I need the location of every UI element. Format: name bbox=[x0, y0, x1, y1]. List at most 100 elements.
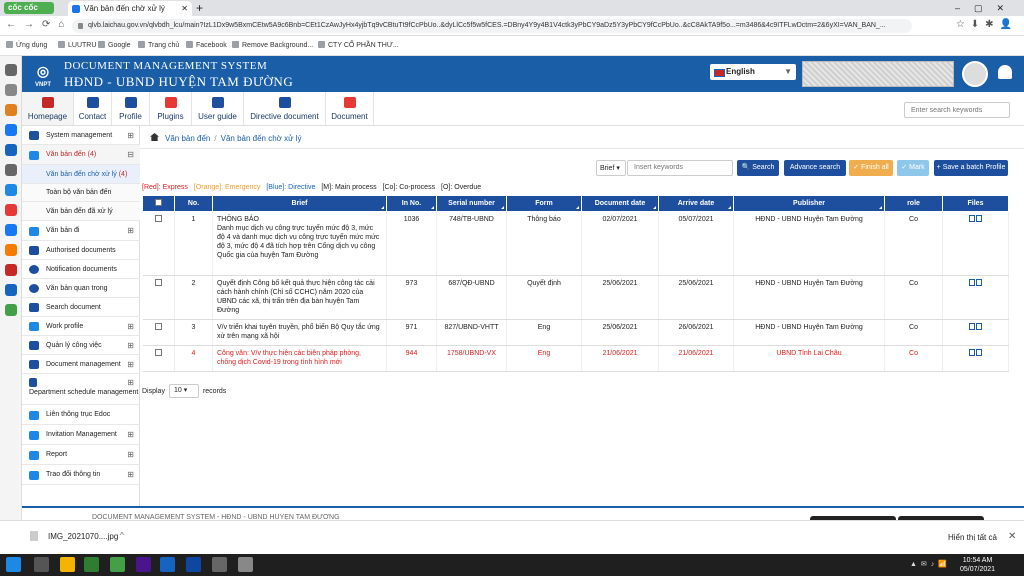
translate-icon[interactable] bbox=[4, 144, 17, 156]
sidebar-item-tasks[interactable]: Quản lý công việc ⊞ bbox=[22, 336, 140, 355]
app-icon[interactable] bbox=[4, 244, 17, 256]
sidebar-item-all-incoming[interactable]: Toàn bộ văn bản đến bbox=[22, 184, 140, 202]
cell-files[interactable] bbox=[942, 319, 1009, 346]
toolbar-contact[interactable]: Contact bbox=[74, 92, 112, 125]
bookmark-item[interactable]: CTY CỔ PHẦN THƯ... bbox=[318, 41, 399, 49]
cell-files[interactable] bbox=[942, 275, 1009, 320]
zalo-icon[interactable] bbox=[4, 184, 17, 196]
cell-brief[interactable]: V/v triển khai tuyên truyền, phổ biến Bộ… bbox=[212, 319, 387, 346]
add-icon[interactable] bbox=[4, 164, 17, 176]
bookmark-item[interactable]: Facebook bbox=[186, 41, 227, 49]
save-batch-profile-button[interactable]: + Save a batch Profile bbox=[934, 160, 1008, 176]
chevron-up-icon[interactable]: ^ bbox=[120, 531, 124, 540]
cell-brief[interactable]: THÔNG BÁO Danh mục dịch vụ công trực tuy… bbox=[212, 211, 387, 276]
column-header[interactable]: Publisher bbox=[733, 195, 885, 212]
settings-icon[interactable] bbox=[4, 64, 17, 76]
sidebar-item-doc-management[interactable]: Document management ⊞ bbox=[22, 355, 140, 374]
crown-icon[interactable] bbox=[4, 104, 17, 116]
bell-icon[interactable] bbox=[998, 65, 1012, 79]
illustrator-icon[interactable] bbox=[84, 557, 99, 572]
row-checkbox[interactable] bbox=[154, 349, 162, 356]
table-row[interactable]: 4 Công văn: V/v thực hiện các biện pháp … bbox=[142, 345, 1009, 372]
news-icon[interactable] bbox=[4, 284, 17, 296]
table-row[interactable]: 3 V/v triển khai tuyên truyền, phổ biến … bbox=[142, 319, 1009, 346]
browser-logo[interactable]: cốc cốc bbox=[4, 2, 54, 14]
sidebar-item-outgoing[interactable]: Văn bản đi ⊞ bbox=[22, 221, 140, 241]
mark-button[interactable]: ✓ Mark bbox=[897, 160, 929, 176]
cell-files[interactable] bbox=[942, 345, 1009, 372]
row-checkbox[interactable] bbox=[154, 279, 162, 286]
system-tray[interactable]: ▲✉♪📶 bbox=[910, 560, 951, 568]
download-item[interactable]: IMG_2021070....jpg bbox=[30, 531, 118, 541]
sidebar-item-report[interactable]: Report ⊞ bbox=[22, 445, 140, 465]
history-icon[interactable] bbox=[4, 84, 17, 96]
column-header[interactable]: Form bbox=[506, 195, 582, 212]
extension-icons[interactable]: ☆⬇✱👤 bbox=[956, 19, 1018, 30]
app-icon[interactable] bbox=[4, 304, 17, 316]
sidebar-item-authorised[interactable]: Authorised documents bbox=[22, 241, 140, 260]
toolbar-homepage[interactable]: Homepage bbox=[22, 92, 74, 125]
clock[interactable]: 10:54 AM 05/07/2021 bbox=[960, 556, 995, 574]
breadcrumb-item[interactable]: Văn bản đến chờ xử lý bbox=[221, 134, 302, 143]
column-header[interactable]: In No. bbox=[386, 195, 437, 212]
url-field[interactable]: qlvb.laichau.gov.vn/qlvbdh_lcu/main?IzL1… bbox=[72, 19, 912, 33]
user-info[interactable] bbox=[802, 61, 954, 87]
toolbar-document[interactable]: Document bbox=[326, 92, 374, 125]
column-header[interactable]: Arrive date bbox=[658, 195, 734, 212]
nav-buttons[interactable]: ←→⟳⌂ bbox=[6, 19, 72, 30]
youtube-icon[interactable] bbox=[4, 204, 17, 216]
photoshop-icon[interactable] bbox=[186, 557, 201, 572]
cell-files[interactable] bbox=[942, 211, 1009, 276]
column-header[interactable]: Serial number bbox=[436, 195, 507, 212]
close-tab-icon[interactable]: ✕ bbox=[181, 1, 188, 16]
keyword-input[interactable] bbox=[627, 160, 733, 176]
file-explorer-icon[interactable] bbox=[60, 557, 75, 572]
toolbar-profile[interactable]: Profile bbox=[112, 92, 150, 125]
finish-all-button[interactable]: ✓ Finish all bbox=[849, 160, 893, 176]
keyword-search-input[interactable] bbox=[904, 102, 1010, 118]
page-size-select[interactable]: 10 ▾ bbox=[168, 384, 199, 398]
sidebar-item-notification[interactable]: Notification documents bbox=[22, 260, 140, 279]
app-icon[interactable] bbox=[238, 557, 253, 572]
sidebar-item-schedule[interactable]: Department schedule management ⊞ bbox=[22, 374, 140, 405]
toolbar-directive-document[interactable]: Directive document bbox=[244, 92, 326, 125]
avatar[interactable] bbox=[962, 61, 988, 87]
brief-select[interactable]: Brief ▾ bbox=[596, 160, 626, 176]
bookmark-item[interactable]: Trang chủ bbox=[138, 41, 179, 49]
start-icon[interactable] bbox=[6, 557, 21, 572]
cell-brief[interactable]: Công văn: V/v thực hiện các biện pháp ph… bbox=[212, 345, 387, 372]
breadcrumb-item[interactable]: Văn bản đến bbox=[165, 134, 210, 143]
sidebar-item-incoming[interactable]: Văn bản đến (4) ⊟ bbox=[22, 145, 140, 165]
sidebar-item-invitation[interactable]: Invitation Management ⊞ bbox=[22, 425, 140, 445]
table-row[interactable]: 2 Quyết định Công bố kết quả thực hiện c… bbox=[142, 275, 1009, 320]
facebook-icon[interactable] bbox=[4, 224, 17, 236]
toolbar-user-guide[interactable]: User guide bbox=[192, 92, 244, 125]
premiere-icon[interactable] bbox=[136, 557, 151, 572]
cell-brief[interactable]: Quyết định Công bố kết quả thực hiện côn… bbox=[212, 275, 387, 320]
home-icon[interactable] bbox=[150, 133, 159, 141]
app-icon[interactable] bbox=[212, 557, 227, 572]
sidebar-item-incoming-pending[interactable]: Văn bản đến chờ xử lý (4) bbox=[22, 165, 140, 184]
sidebar-item-important[interactable]: Văn bản quan trong bbox=[22, 279, 140, 298]
language-select[interactable]: English ▼ bbox=[710, 64, 796, 80]
close-icon[interactable]: ✕ bbox=[1008, 531, 1016, 542]
browser-tab[interactable]: Văn bản đến chờ xử lý ✕ bbox=[68, 1, 192, 16]
column-header[interactable]: Brief bbox=[212, 195, 387, 212]
row-checkbox[interactable] bbox=[154, 215, 162, 222]
column-header[interactable]: Document date bbox=[581, 195, 659, 212]
browser-icon[interactable] bbox=[110, 557, 125, 572]
search-button[interactable]: 🔍 Search bbox=[737, 160, 779, 176]
sidebar-item-work-profile[interactable]: Work profile ⊞ bbox=[22, 317, 140, 336]
table-row[interactable]: 1 THÔNG BÁO Danh mục dịch vụ công trực t… bbox=[142, 211, 1009, 276]
messenger-icon[interactable] bbox=[4, 124, 17, 136]
show-all-downloads[interactable]: Hiển thị tất cả bbox=[948, 533, 997, 542]
row-checkbox[interactable] bbox=[154, 323, 162, 330]
bookmark-item[interactable]: Remove Background... bbox=[232, 41, 313, 49]
news-icon[interactable] bbox=[4, 264, 17, 276]
search-icon[interactable] bbox=[34, 557, 49, 572]
word-icon[interactable] bbox=[160, 557, 175, 572]
select-all-header[interactable] bbox=[142, 195, 175, 212]
new-tab-button[interactable]: + bbox=[196, 0, 203, 16]
toolbar-plugins[interactable]: Plugins bbox=[150, 92, 192, 125]
sidebar-item-incoming-processed[interactable]: Văn bản đến đã xử lý bbox=[22, 202, 140, 221]
